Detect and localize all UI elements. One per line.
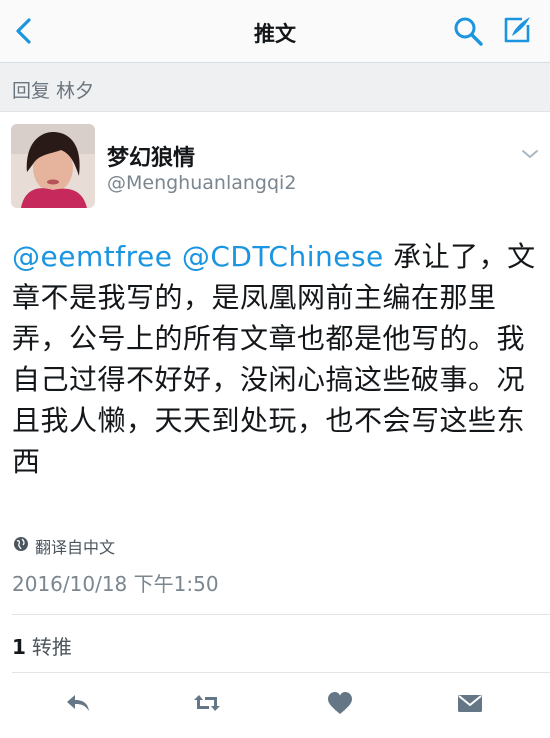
retweet-icon[interactable] (192, 689, 222, 717)
tweet-timestamp: 2016/10/18 下午1:50 (12, 572, 219, 596)
divider (12, 672, 550, 673)
avatar[interactable] (11, 124, 95, 208)
direct-message-icon[interactable] (455, 689, 485, 717)
compose-icon[interactable] (500, 13, 534, 47)
chevron-down-icon[interactable] (520, 147, 540, 161)
tweet-body: 承让了，文章不是我写的，是凤凰网前主编在那里弄，公号上的所有文章也都是他写的。我… (12, 240, 536, 478)
author-handle[interactable]: @Menghuanlangqi2 (107, 172, 296, 194)
mention-link[interactable]: @CDTChinese (182, 240, 384, 273)
like-heart-icon[interactable] (325, 689, 355, 717)
retweet-count-link[interactable]: 1 转推 (12, 631, 72, 660)
translate-label: 翻译自中文 (35, 538, 116, 557)
reply-context-text: 回复 林夕 (12, 80, 95, 102)
mention-link[interactable]: @eemtfree (12, 240, 172, 273)
retweet-count: 1 (12, 635, 26, 659)
reply-icon[interactable] (63, 689, 93, 717)
globe-icon (14, 537, 28, 551)
author-name[interactable]: 梦幻狼情 (107, 140, 195, 172)
retweet-label: 转推 (31, 635, 72, 659)
reply-context-bar[interactable]: 回复 林夕 (0, 63, 550, 112)
tweet-text: @eemtfree @CDTChinese 承让了，文章不是我写的，是凤凰网前主… (12, 236, 540, 482)
top-navigation-bar: 推文 (0, 0, 550, 63)
divider (12, 614, 550, 615)
search-icon[interactable] (452, 15, 484, 47)
